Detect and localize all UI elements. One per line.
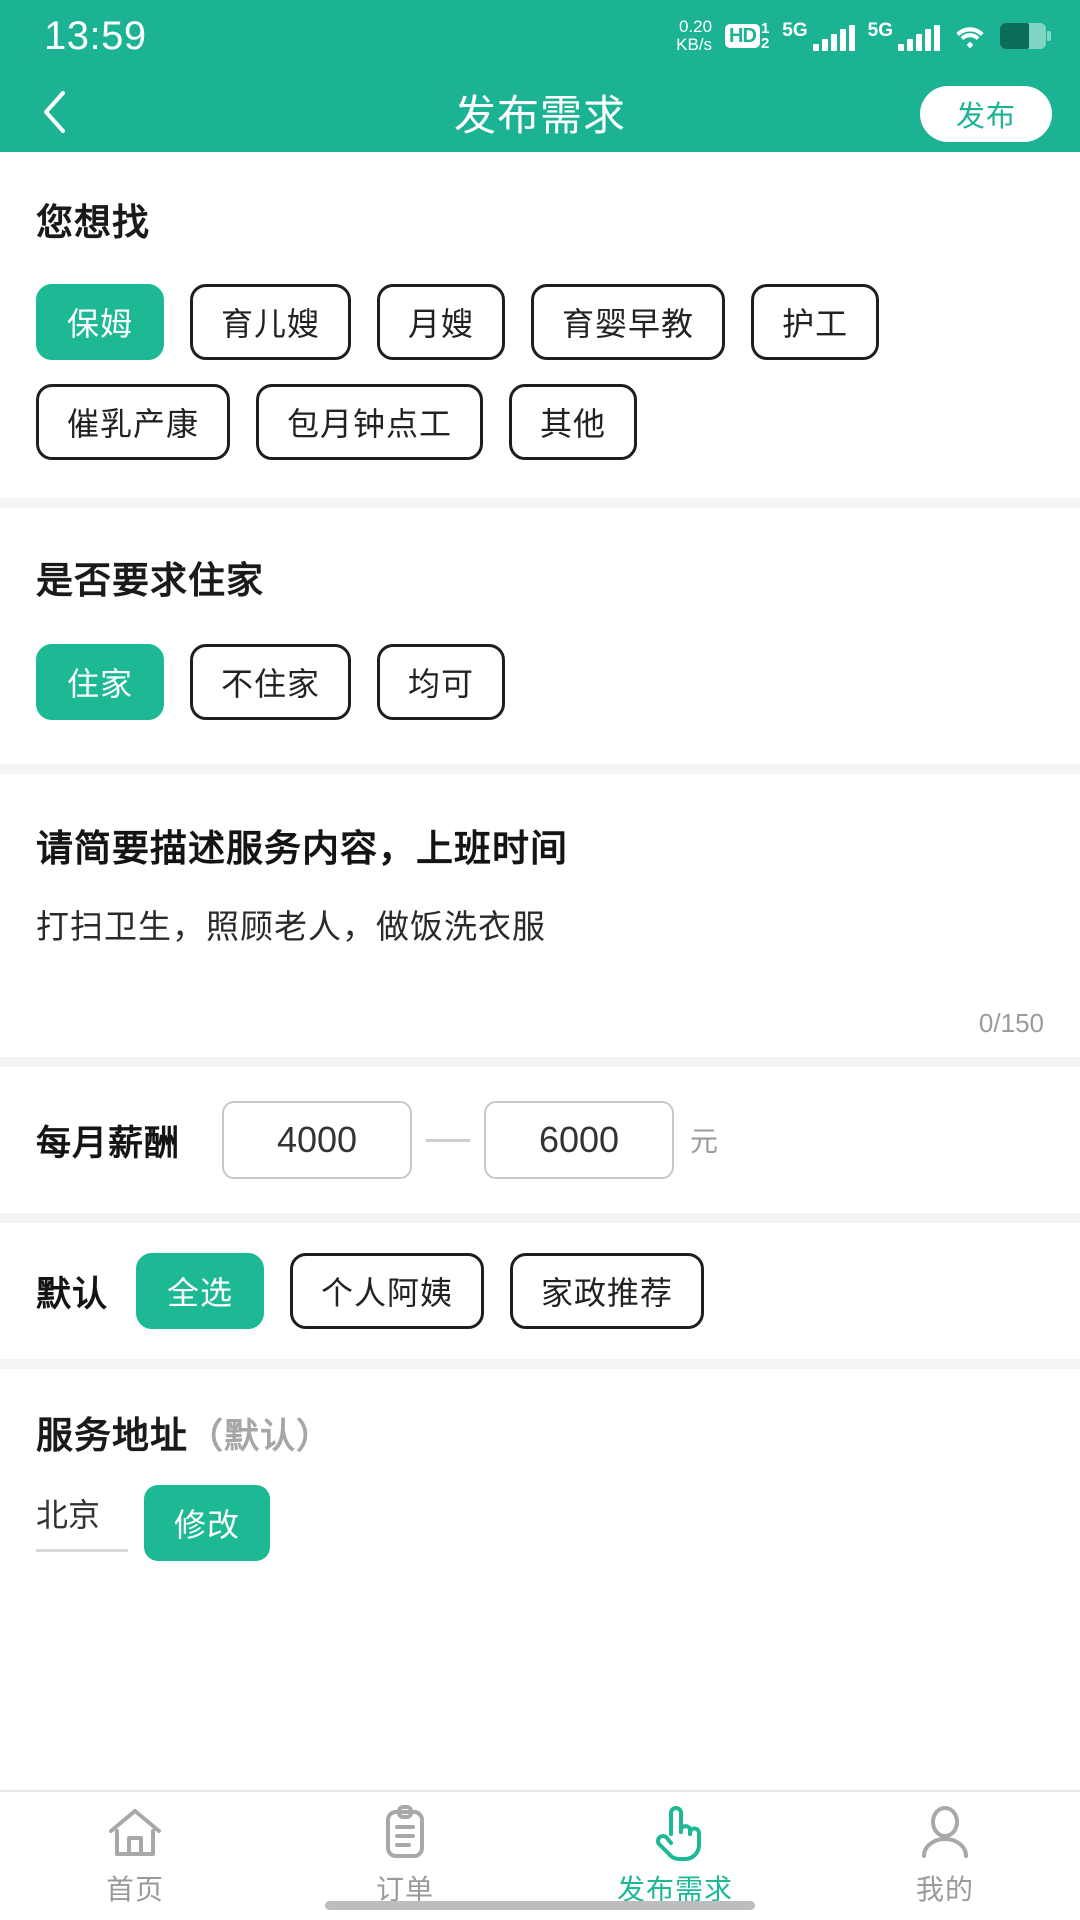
address-title-row: 服务地址 （默认）: [36, 1405, 1044, 1459]
sim-1-label: 1: [760, 20, 770, 37]
want-options: 保姆 育儿嫂 月嫂 育婴早教 护工 催乳产康 包月钟点工 其他: [36, 284, 1044, 484]
want-section: 您想找 保姆 育儿嫂 月嫂 育婴早教 护工 催乳产康 包月钟点工 其他: [0, 152, 1080, 498]
signal-bars-2-icon: [898, 25, 940, 51]
live-in-option-junke[interactable]: 均可: [377, 644, 506, 720]
source-option-agency[interactable]: 家政推荐: [510, 1253, 705, 1329]
live-in-title: 是否要求住家: [36, 560, 264, 601]
want-option-yuesao[interactable]: 月嫂: [377, 284, 506, 360]
description-counter: 0/150: [978, 1008, 1044, 1038]
want-option-cuiru[interactable]: 催乳产康: [36, 384, 231, 460]
status-bar: 13:59 0.20 KB/s HD 1 2 5G 5G: [0, 0, 1080, 72]
want-option-qita[interactable]: 其他: [509, 384, 638, 460]
section-divider: [0, 1213, 1080, 1223]
salary-separator-icon: [426, 1138, 471, 1142]
source-row: 默认 全选 个人阿姨 家政推荐: [36, 1253, 1044, 1329]
salary-row: 每月薪酬 元: [36, 1101, 1044, 1179]
address-title: 服务地址: [36, 1415, 188, 1456]
tab-profile[interactable]: 我的: [810, 1804, 1080, 1908]
hd-label: HD: [725, 24, 760, 48]
back-button[interactable]: [0, 72, 110, 152]
salary-min-input[interactable]: [222, 1101, 413, 1179]
bottom-tab-bar: 首页 订单 发布需求 我的: [0, 1790, 1080, 1920]
live-in-options: 住家 不住家 均可: [36, 644, 1044, 744]
page-title: 发布需求: [453, 91, 626, 139]
want-option-baomu[interactable]: 保姆: [36, 284, 165, 360]
battery-icon: [1000, 23, 1051, 49]
sim-indicators: 1 2: [761, 21, 769, 51]
network-speed: 0.20 KB/s: [676, 18, 712, 54]
section-divider: [0, 764, 1080, 774]
signal-1: 5G: [782, 20, 855, 51]
network-type-1: 5G: [782, 20, 808, 41]
address-city-input[interactable]: [36, 1494, 128, 1552]
tab-orders[interactable]: 订单: [270, 1804, 540, 1908]
address-edit-button[interactable]: 修改: [144, 1485, 271, 1561]
want-option-baoyue[interactable]: 包月钟点工: [256, 384, 484, 460]
network-type-2: 5G: [867, 20, 893, 41]
want-option-hugong[interactable]: 护工: [751, 284, 880, 360]
live-in-section: 是否要求住家 住家 不住家 均可: [0, 508, 1080, 764]
section-divider: [0, 1359, 1080, 1369]
want-title: 您想找: [36, 202, 150, 243]
section-divider: [0, 498, 1080, 508]
salary-section: 每月薪酬 元: [0, 1067, 1080, 1213]
wifi-icon: [956, 27, 984, 49]
description-input[interactable]: 打扫卫生，照顾老人，做饭洗衣服: [36, 900, 1044, 948]
status-clock: 13:59: [44, 14, 147, 58]
hand-tap-icon: [656, 1806, 701, 1861]
address-row: 修改: [36, 1485, 1044, 1561]
main-content: 您想找 保姆 育儿嫂 月嫂 育婴早教 护工 催乳产康 包月钟点工 其他 是否要求…: [0, 152, 1080, 1790]
salary-label: 每月薪酬: [36, 1123, 181, 1163]
person-icon: [922, 1806, 968, 1858]
live-in-option-zhujia[interactable]: 住家: [36, 644, 165, 720]
chevron-left-icon: [44, 91, 65, 133]
signal-2: 5G: [868, 21, 940, 51]
app-root: 13:59 0.20 KB/s HD 1 2 5G 5G 发布需求 发布 您想找…: [0, 0, 1080, 1920]
status-icons: 0.20 KB/s HD 1 2 5G 5G: [676, 18, 1051, 54]
want-option-yuying[interactable]: 育婴早教: [531, 284, 726, 360]
home-icon: [109, 1809, 161, 1856]
live-in-option-buzhujia[interactable]: 不住家: [190, 644, 352, 720]
tab-publish[interactable]: 发布需求: [540, 1804, 810, 1908]
salary-max-input[interactable]: [484, 1101, 675, 1179]
address-subtitle: （默认）: [188, 1417, 333, 1456]
source-option-all[interactable]: 全选: [136, 1253, 265, 1329]
header-bar: 发布需求 发布: [0, 72, 1080, 152]
tab-home[interactable]: 首页: [0, 1804, 270, 1908]
want-option-yuerssao[interactable]: 育儿嫂: [190, 284, 352, 360]
home-indicator: [325, 1901, 755, 1910]
address-section: 服务地址 （默认） 修改: [0, 1369, 1080, 1561]
source-label: 默认: [36, 1274, 109, 1314]
hd-volte-icon: HD 1 2: [725, 21, 769, 51]
source-section: 默认 全选 个人阿姨 家政推荐: [0, 1223, 1080, 1359]
section-divider: [0, 1057, 1080, 1067]
description-section: 请简要描述服务内容，上班时间 打扫卫生，照顾老人，做饭洗衣服 0/150: [0, 774, 1080, 1057]
clipboard-icon: [386, 1805, 424, 1858]
tab-home-label: 首页: [105, 1874, 164, 1905]
salary-unit: 元: [690, 1126, 719, 1157]
publish-button[interactable]: 发布: [919, 86, 1052, 142]
tab-profile-label: 我的: [915, 1874, 974, 1905]
sim-2-label: 2: [760, 35, 770, 52]
description-title: 请简要描述服务内容，上班时间: [36, 828, 568, 869]
signal-bars-1-icon: [812, 25, 855, 51]
source-option-personal[interactable]: 个人阿姨: [290, 1253, 485, 1329]
network-speed-value: 0.20: [678, 17, 713, 37]
network-speed-unit: KB/s: [676, 35, 713, 54]
